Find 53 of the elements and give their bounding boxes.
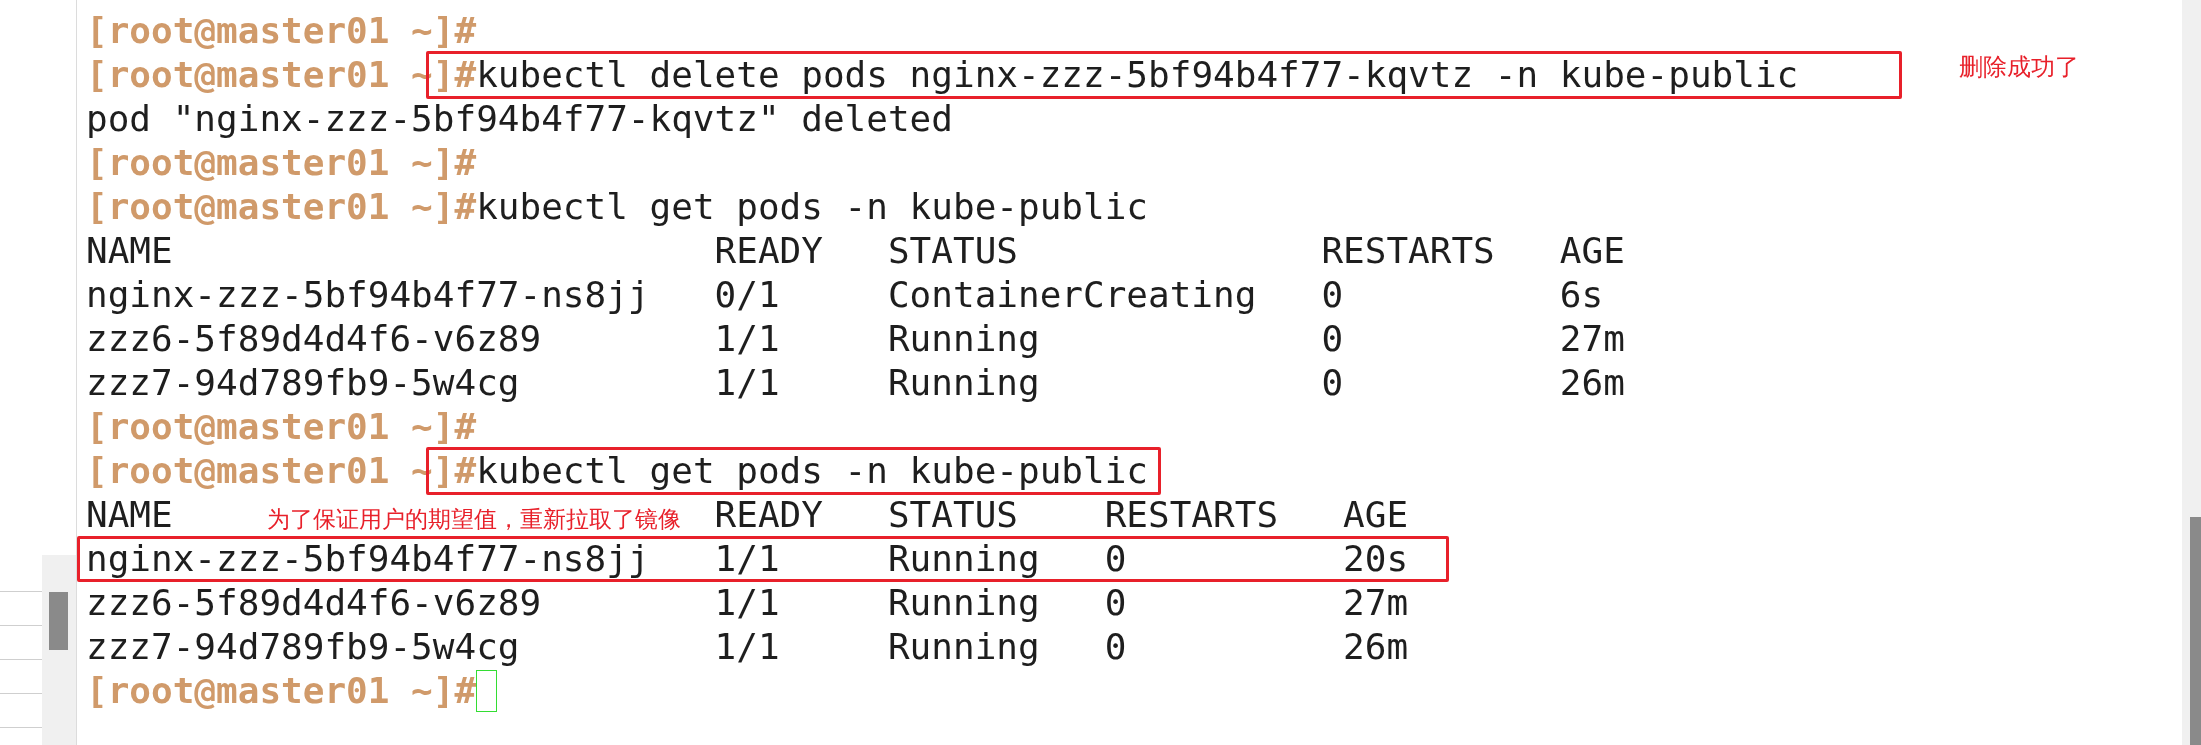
table-cell: Running (887, 317, 1040, 361)
column-header: RESTARTS (1321, 229, 1495, 273)
table-cell: 26m (1559, 361, 1625, 405)
table-cell: 20s (1343, 537, 1409, 581)
table-cell: 27m (1343, 581, 1409, 625)
column-header: STATUS (887, 229, 1018, 273)
column-header: RESTARTS (1104, 493, 1279, 537)
table-cell: 1/1 (714, 317, 780, 361)
shell-prompt: [root@master01 ~]# (86, 405, 477, 449)
column-header: AGE (1559, 229, 1625, 273)
column-header: READY (714, 229, 823, 273)
table-cell: zzz6-5f89d4d4f6-v6z89 (86, 581, 542, 625)
table-cell: 0 (1321, 361, 1344, 405)
scrollbar-thumb[interactable] (49, 592, 68, 650)
column-header: NAME (86, 229, 173, 273)
table-cell: zzz7-94d789fb9-5w4cg (86, 361, 520, 405)
table-cell: 26m (1343, 625, 1409, 669)
output-text: pod "nginx-zzz-5bf94b4f77-kqvtz" deleted (86, 97, 954, 141)
table-cell: Running (887, 537, 1040, 581)
shell-prompt: [root@master01 ~]# (86, 185, 477, 229)
table-cell: zzz6-5f89d4d4f6-v6z89 (86, 317, 542, 361)
table-cell: ContainerCreating (887, 273, 1257, 317)
command-text: kubectl get pods -n kube-public (476, 449, 1149, 493)
shell-prompt: [root@master01 ~]# (86, 141, 477, 185)
table-cell: Running (887, 361, 1040, 405)
table-cell: zzz7-94d789fb9-5w4cg (86, 625, 520, 669)
annotation-note: 为了保证用户的期望值，重新拉取了镜像 (267, 505, 681, 533)
table-cell: 0 (1104, 625, 1127, 669)
table-cell: 27m (1559, 317, 1625, 361)
scrollbar-thumb[interactable] (2190, 517, 2201, 745)
table-cell: nginx-zzz-5bf94b4f77-ns8jj (86, 537, 650, 581)
column-header: STATUS (887, 493, 1018, 537)
table-cell: Running (887, 625, 1040, 669)
table-cell: 0 (1104, 581, 1127, 625)
column-header: AGE (1343, 493, 1409, 537)
column-header: READY (714, 493, 823, 537)
table-cell: 0 (1104, 537, 1127, 581)
table-cell: 0 (1321, 317, 1344, 361)
table-cell: 1/1 (714, 581, 780, 625)
table-cell: 1/1 (714, 537, 780, 581)
table-cell: 0 (1321, 273, 1344, 317)
table-cell: 0/1 (714, 273, 780, 317)
table-cell: nginx-zzz-5bf94b4f77-ns8jj (86, 273, 650, 317)
column-header: NAME (86, 493, 173, 537)
table-cell: 1/1 (714, 361, 780, 405)
table-cell: Running (887, 581, 1040, 625)
annotation-note: 删除成功了 (1959, 53, 2079, 81)
command-text: kubectl get pods -n kube-public (476, 185, 1149, 229)
table-cell: 1/1 (714, 625, 780, 669)
table-cell: 6s (1559, 273, 1604, 317)
shell-prompt: [root@master01 ~]# (86, 669, 477, 713)
command-text: kubectl delete pods nginx-zzz-5bf94b4f77-kqvtz -n kube-public (476, 53, 1799, 97)
shell-prompt: [root@master01 ~]# (86, 9, 477, 53)
